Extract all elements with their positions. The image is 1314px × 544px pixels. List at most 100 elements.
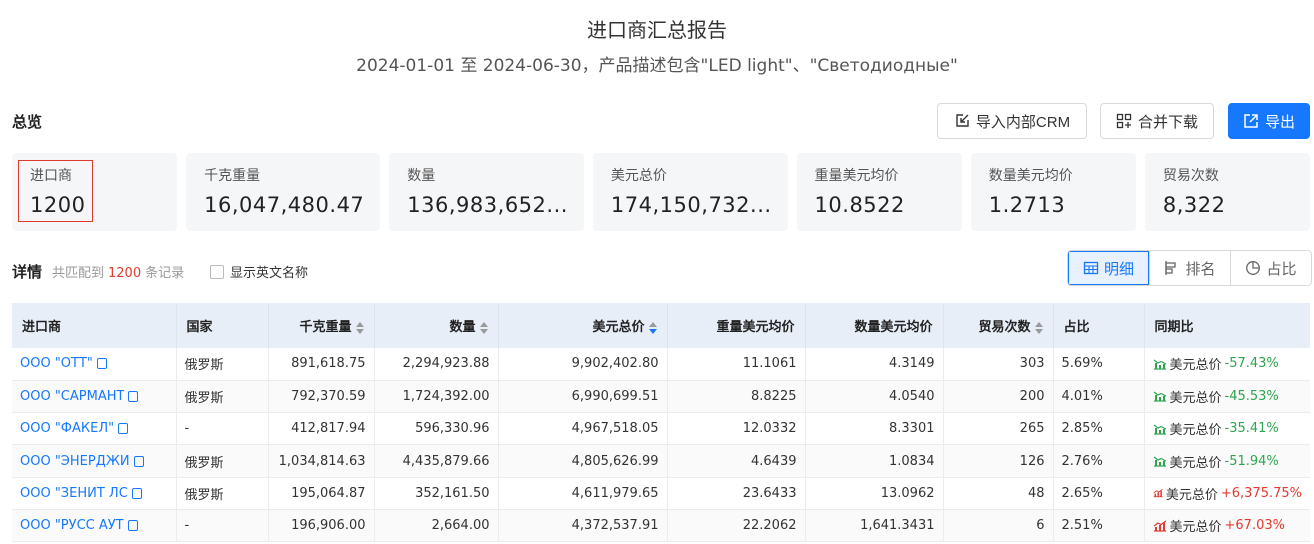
export-label: 导出 xyxy=(1264,113,1295,131)
yoy-value: +6,375.75% xyxy=(1220,485,1302,501)
cell-share: 2.51% xyxy=(1053,509,1145,543)
report-subtitle: 2024-01-01 至 2024-06-30，产品描述包含"LED light… xyxy=(356,56,958,76)
copy-icon[interactable] xyxy=(96,358,107,370)
copy-icon[interactable] xyxy=(128,390,139,402)
card-label: 数量美元均价 xyxy=(988,168,1073,184)
col-usd-total[interactable]: 美元总价 xyxy=(498,303,668,348)
trend-down-icon xyxy=(1153,456,1166,467)
yoy-value: +67.03% xyxy=(1224,518,1285,534)
cell-country: - xyxy=(176,412,269,446)
match-count-text: 共匹配到 1200 条记录 xyxy=(52,262,184,281)
cell-country: 俄罗斯 xyxy=(176,380,269,414)
importer-link[interactable]: ООО "РУСС АУТ xyxy=(20,518,124,533)
card-value: 1.2713 xyxy=(988,193,1066,217)
cell-quantity: 596,330.96 xyxy=(374,412,499,446)
cell-usd-total: 4,967,518.05 xyxy=(498,412,668,446)
importer-link[interactable]: ООО "САРМАНТ xyxy=(20,389,124,404)
col-trades-label: 贸易次数 xyxy=(978,320,1031,335)
sort-desc-icon[interactable] xyxy=(648,321,657,334)
tab-detail-label: 明细 xyxy=(1103,259,1134,278)
detail-heading: 详情 xyxy=(12,263,43,281)
cell-trades: 303 xyxy=(943,348,1054,381)
cell-yoy: 美元总价 -45.53% xyxy=(1144,380,1310,414)
match-suffix: 条记录 xyxy=(145,266,185,281)
trend-down-icon xyxy=(1153,424,1166,435)
table-icon xyxy=(1083,261,1099,275)
cell-quantity-avg: 4.3149 xyxy=(805,348,944,381)
cell-quantity: 1,724,392.00 xyxy=(374,380,499,414)
summary-cards: 进口商 1200 千克重量 16,047,480.47 数量 136,983,6… xyxy=(12,153,1311,231)
trend-down-icon xyxy=(1153,359,1166,370)
copy-icon[interactable] xyxy=(118,423,129,435)
table-row: ООО "ЭНЕРДЖИ 俄罗斯 1,034,814.63 4,435,879.66 4… xyxy=(12,444,1310,478)
col-quantity-avg: 数量美元均价 xyxy=(805,303,944,348)
card-quantity: 数量 136,983,652... xyxy=(389,153,584,231)
col-quantity[interactable]: 数量 xyxy=(374,303,499,348)
col-kg-weight[interactable]: 千克重量 xyxy=(268,303,375,348)
cell-kg-weight: 891,618.75 xyxy=(268,348,375,381)
col-weight-avg: 重量美元均价 xyxy=(667,303,806,348)
card-value: 10.8522 xyxy=(814,193,905,217)
copy-icon[interactable] xyxy=(133,455,144,467)
ranking-icon xyxy=(1165,261,1177,275)
cell-kg-weight: 195,064.87 xyxy=(268,477,375,510)
trend-up-icon xyxy=(1152,489,1163,498)
sort-icon[interactable] xyxy=(479,321,488,334)
cell-quantity: 4,435,879.66 xyxy=(374,444,499,478)
card-value: 8,322 xyxy=(1162,193,1226,217)
export-button[interactable]: 导出 xyxy=(1228,103,1310,139)
col-share: 占比 xyxy=(1053,303,1145,348)
cell-yoy: 美元总价 -51.94% xyxy=(1144,444,1310,478)
cell-yoy: 美元总价 -57.43% xyxy=(1144,348,1310,381)
tab-ranking[interactable]: 排名 xyxy=(1149,251,1230,285)
cell-weight-avg: 12.0332 xyxy=(667,412,806,446)
import-crm-button[interactable]: 导入内部CRM xyxy=(937,103,1087,139)
cell-yoy: 美元总价 +67.03% xyxy=(1144,509,1310,543)
col-kg-weight-label: 千克重量 xyxy=(299,320,352,335)
cell-trades: 200 xyxy=(943,380,1054,414)
yoy-metric-label: 美元总价 xyxy=(1169,358,1222,374)
cell-yoy: 美元总价 -35.41% xyxy=(1144,412,1310,446)
tab-ranking-label: 排名 xyxy=(1185,259,1216,278)
cell-weight-avg: 11.1061 xyxy=(667,348,806,381)
importer-link[interactable]: ООО "ФАКЕЛ" xyxy=(20,421,114,436)
tab-share-label: 占比 xyxy=(1266,259,1297,278)
col-trades[interactable]: 贸易次数 xyxy=(943,303,1054,348)
tab-share[interactable]: 占比 xyxy=(1230,251,1311,285)
cell-trades: 265 xyxy=(943,412,1054,446)
cell-trades: 48 xyxy=(943,477,1054,510)
merge-download-button[interactable]: 合并下载 xyxy=(1100,103,1214,139)
cell-weight-avg: 8.8225 xyxy=(667,380,806,414)
importer-link[interactable]: ООО "ЭНЕРДЖИ xyxy=(20,454,130,469)
col-quantity-label: 数量 xyxy=(449,320,476,335)
copy-icon[interactable] xyxy=(127,520,138,532)
cell-trades: 6 xyxy=(943,509,1054,543)
cell-quantity: 352,161.50 xyxy=(374,477,499,510)
cell-usd-total: 9,902,402.80 xyxy=(498,348,668,381)
yoy-value: -45.53% xyxy=(1224,388,1279,404)
importer-link[interactable]: ООО "ОТТ" xyxy=(20,356,93,371)
card-label: 美元总价 xyxy=(610,168,667,184)
col-importer: 进口商 xyxy=(12,303,177,348)
report-title: 进口商汇总报告 xyxy=(587,18,727,42)
copy-icon[interactable] xyxy=(131,487,142,499)
cell-country: 俄罗斯 xyxy=(176,477,269,510)
sort-icon[interactable] xyxy=(1034,321,1043,334)
tab-detail[interactable]: 明细 xyxy=(1068,251,1149,285)
card-label: 贸易次数 xyxy=(1162,168,1219,184)
sort-icon[interactable] xyxy=(355,321,364,334)
cell-country: 俄罗斯 xyxy=(176,444,269,478)
yoy-metric-label: 美元总价 xyxy=(1169,520,1222,536)
cell-kg-weight: 412,817.94 xyxy=(268,412,375,446)
match-count: 1200 xyxy=(108,266,142,281)
view-switcher: 明细 排名 占比 xyxy=(1067,250,1312,286)
overview-heading: 总览 xyxy=(12,113,43,131)
table-header-row: 进口商 国家 千克重量 数量 美元总价 重量美元均价 数量美元均价 贸易次数 占… xyxy=(12,303,1310,348)
cell-quantity-avg: 13.0962 xyxy=(805,477,944,510)
show-english-name-checkbox[interactable]: 显示英文名称 xyxy=(210,262,308,281)
importer-link[interactable]: ООО "ЗЕНИТ ЛС xyxy=(20,486,128,501)
pie-chart-icon xyxy=(1246,261,1261,275)
yoy-metric-label: 美元总价 xyxy=(1169,390,1222,406)
checkbox-box[interactable] xyxy=(210,264,224,279)
col-country: 国家 xyxy=(176,303,269,348)
